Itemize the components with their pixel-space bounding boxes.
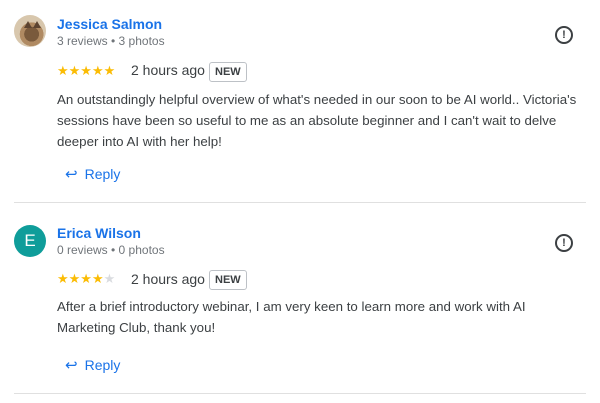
reviewer-meta: 3 reviews • 3 photos [57, 34, 165, 48]
reply-arrow-icon: ↩ [65, 166, 78, 183]
reviewer-avatar[interactable]: E [14, 225, 46, 257]
reply-arrow-icon: ↩ [65, 357, 78, 374]
star-icon: ★★★★★ [57, 63, 116, 78]
review-text: An outstandingly helpful overview of wha… [57, 92, 577, 149]
star-icon: ★★★★ [57, 271, 104, 286]
reviewer-meta: 0 reviews • 0 photos [57, 243, 165, 257]
review-divider [14, 393, 586, 394]
avatar-photo-detail [24, 21, 32, 28]
review-time: 2 hours ago [131, 62, 205, 78]
reviewer-avatar[interactable] [14, 15, 46, 47]
reply-button[interactable]: ↩ Reply [65, 356, 120, 374]
star-rating: ★★★★★ [57, 271, 115, 287]
reviewer-name[interactable]: Erica Wilson [57, 225, 141, 241]
review-text: After a brief introductory webinar, I am… [57, 299, 526, 335]
star-empty-icon: ★ [103, 271, 116, 286]
review-divider [14, 202, 586, 203]
reply-label: Reply [84, 166, 121, 182]
new-badge: NEW [209, 62, 247, 82]
avatar-photo-detail [33, 21, 41, 28]
new-badge: NEW [209, 270, 247, 290]
reply-label: Reply [84, 357, 121, 373]
review-time: 2 hours ago [131, 271, 205, 287]
reply-button[interactable]: ↩ Reply [65, 165, 120, 183]
flag-report-icon[interactable]: ! [555, 26, 573, 44]
flag-report-icon[interactable]: ! [555, 234, 573, 252]
star-rating: ★★★★★ [57, 63, 115, 79]
reviewer-name[interactable]: Jessica Salmon [57, 16, 162, 32]
